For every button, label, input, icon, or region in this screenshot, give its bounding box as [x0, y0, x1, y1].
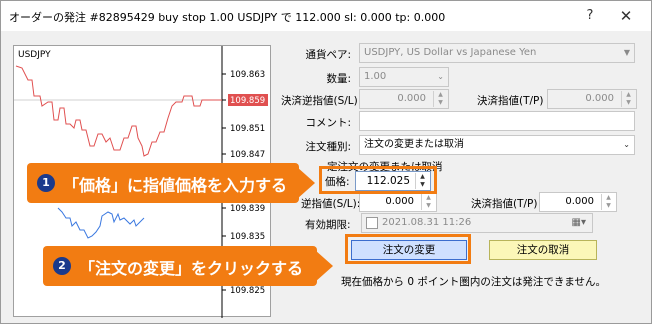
price-tick-label: 109.835	[230, 232, 265, 242]
tp-value: 0.000	[585, 93, 614, 104]
callout-step-1: 1 「価格」に指値価格を入力する	[27, 163, 315, 203]
help-button[interactable]: ?	[575, 5, 605, 27]
modify-tp-value: 0.000	[565, 196, 594, 207]
calendar-icon[interactable]: ▦▾	[572, 216, 586, 230]
chevron-down-icon: ⌄	[623, 140, 630, 149]
modify-sl-input[interactable]: 0.000 ▲ ▼	[359, 192, 437, 212]
comment-input[interactable]	[359, 111, 635, 131]
bid-price-line	[57, 207, 145, 239]
step-2-badge: 2	[53, 257, 71, 275]
symbol-value: USDJPY, US Dollar vs Japanese Yen	[364, 47, 537, 58]
price-tick-label: 109.859	[230, 96, 265, 106]
ask-price-line	[15, 65, 222, 157]
volume-label: 数量:	[326, 73, 351, 85]
order-type-select[interactable]: 注文の変更または取消 ⌄	[359, 135, 635, 155]
modify-tp-label: 決済指値(T/P)	[471, 198, 538, 210]
price-tick-label: 109.851	[230, 124, 265, 134]
cancel-order-button[interactable]: 注文の取消	[489, 240, 597, 260]
callout-step-2: 2 「注文の変更」をクリックする	[43, 246, 333, 286]
close-button[interactable]: ✕	[611, 5, 641, 27]
expiry-label: 有効期限:	[305, 219, 351, 231]
sl-value: 0.000	[397, 93, 426, 104]
sl-input[interactable]: 0.000 ▲ ▼	[359, 89, 449, 109]
tp-label: 決済指値(T/P)	[477, 95, 544, 107]
callout-arrow-icon	[315, 250, 333, 282]
step-1-text: 「価格」に指値価格を入力する	[63, 176, 288, 195]
window-title: オーダーの発注 #82895429 buy stop 1.00 USDJPY で…	[9, 11, 446, 24]
expiry-value: 2021.08.31 11:26	[382, 217, 472, 228]
order-type-label: 注文種別:	[305, 141, 351, 153]
modify-button-highlight-box	[345, 234, 471, 264]
modify-sl-value: 0.000	[385, 196, 414, 207]
step-2-text: 「注文の変更」をクリックする	[79, 259, 304, 278]
price-tick-label: 109.847	[230, 150, 265, 160]
chevron-down-icon: ⌄	[437, 72, 444, 81]
spinner-icon[interactable]: ▲ ▼	[621, 91, 635, 107]
price-tick-label: 109.839	[230, 204, 265, 214]
volume-select[interactable]: 1.00 ⌄	[359, 67, 449, 87]
comment-label: コメント:	[305, 117, 351, 129]
spinner-icon[interactable]: ▲ ▼	[433, 91, 447, 107]
order-type-value: 注文の変更または取消	[364, 139, 464, 150]
title-bar: オーダーの発注 #82895429 buy stop 1.00 USDJPY で…	[1, 1, 651, 31]
chart-symbol-label: USDJPY	[18, 50, 51, 60]
expiry-date-picker[interactable]: 2021.08.31 11:26 ▦▾	[361, 213, 593, 233]
order-dialog: オーダーの発注 #82895429 buy stop 1.00 USDJPY で…	[0, 0, 652, 324]
distance-note: 現在価格から 0 ポイント圏内の注文は発注できません。	[341, 276, 607, 288]
symbol-select[interactable]: USDJPY, US Dollar vs Japanese Yen ▼	[359, 43, 635, 63]
step-1-badge: 1	[37, 174, 55, 192]
price-highlight-box	[319, 166, 437, 194]
chevron-down-icon: ▼	[623, 48, 630, 57]
tp-input[interactable]: 0.000 ▲ ▼	[547, 89, 637, 109]
spinner-icon[interactable]: ▲ ▼	[421, 194, 435, 210]
price-tick-label: 109.825	[230, 286, 265, 296]
symbol-label: 通貨ペア:	[305, 49, 351, 61]
price-tick-label: 109.863	[230, 70, 265, 80]
expiry-checkbox[interactable]	[366, 217, 378, 229]
modify-tp-input[interactable]: 0.000 ▲ ▼	[539, 192, 617, 212]
spinner-icon[interactable]: ▲ ▼	[601, 194, 615, 210]
volume-value: 1.00	[364, 71, 387, 82]
callout-arrow-icon	[297, 167, 315, 199]
sl-label: 決済逆指値(S/L)	[281, 95, 358, 107]
